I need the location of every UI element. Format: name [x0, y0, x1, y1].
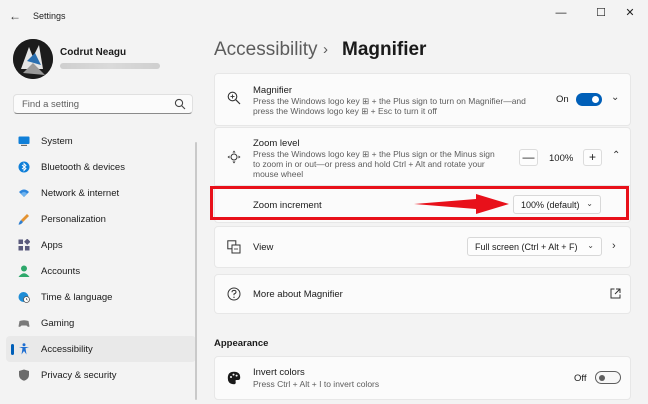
sidebar-item-personalization[interactable]: Personalization — [6, 206, 196, 232]
monitor-icon — [18, 136, 30, 146]
sidebar-item-privacy[interactable]: Privacy & security — [6, 362, 196, 388]
sidebar-item-label: Personalization — [41, 214, 106, 225]
sidebar-item-apps[interactable]: Apps — [6, 232, 196, 258]
search-box[interactable] — [13, 94, 193, 114]
profile-name: Codrut Neagu — [60, 47, 127, 58]
sidebar-item-label: Privacy & security — [41, 370, 117, 381]
sidebar-item-time-language[interactable]: Time & language — [6, 284, 196, 310]
breadcrumb-separator: › — [323, 41, 328, 58]
zoom-out-button[interactable]: — — [519, 149, 538, 166]
sidebar-scrollbar[interactable] — [195, 142, 197, 400]
apps-icon — [18, 239, 30, 251]
invert-colors-title: Invert colors — [253, 367, 305, 378]
more-about-title: More about Magnifier — [253, 289, 343, 300]
sidebar-item-label: Time & language — [41, 292, 113, 303]
sidebar-item-label: Bluetooth & devices — [41, 162, 125, 173]
back-arrow-icon[interactable]: ← — [6, 8, 24, 24]
profile-email-blurred — [60, 63, 160, 69]
sidebar-item-label: Apps — [41, 240, 63, 251]
brush-icon — [18, 214, 29, 225]
chevron-right-icon[interactable]: › — [612, 240, 616, 252]
view-card[interactable]: View Full screen (Ctrl + Alt + F) ⌄ › — [214, 226, 631, 268]
shield-icon — [19, 369, 29, 381]
magnifier-card[interactable]: Magnifier Press the Windows logo key ⊞ +… — [214, 73, 631, 126]
bluetooth-icon — [18, 161, 30, 173]
app-title: Settings — [33, 11, 66, 21]
maximize-button[interactable]: ☐ — [588, 4, 614, 22]
avatar[interactable] — [13, 39, 53, 79]
palette-icon — [227, 371, 241, 385]
wifi-icon — [19, 189, 29, 197]
breadcrumb-parent[interactable]: Accessibility — [214, 39, 317, 61]
red-arrow-icon — [414, 194, 509, 214]
sidebar-item-accounts[interactable]: Accounts — [6, 258, 196, 284]
view-title: View — [253, 242, 274, 253]
zoom-in-button[interactable]: + — [583, 149, 602, 166]
magnifier-title: Magnifier — [253, 85, 293, 96]
sidebar-item-accessibility[interactable]: Accessibility — [6, 336, 196, 362]
avatar-image — [13, 39, 53, 79]
sidebar-item-label: System — [41, 136, 73, 147]
sidebar-item-system[interactable]: System — [6, 128, 196, 154]
invert-colors-toggle-label: Off — [574, 373, 587, 384]
search-input[interactable] — [20, 98, 174, 111]
page-title: Magnifier — [342, 39, 427, 60]
zoom-level-icon — [227, 150, 241, 164]
person-icon — [18, 265, 30, 277]
zoom-level-description: Press the Windows logo key ⊞ + the Plus … — [253, 149, 495, 179]
sidebar-item-label: Accessibility — [41, 344, 93, 355]
more-about-card[interactable]: More about Magnifier — [214, 274, 631, 314]
view-icon — [227, 240, 241, 254]
magnifier-toggle[interactable] — [576, 93, 602, 106]
chevron-down-icon: ⌄ — [587, 241, 594, 250]
invert-colors-description: Press Ctrl + Alt + I to invert colors — [253, 379, 380, 389]
magnifier-icon — [227, 91, 241, 105]
magnifier-description: Press the Windows logo key ⊞ + the Plus … — [253, 96, 526, 116]
view-value: Full screen (Ctrl + Alt + F) — [475, 242, 578, 252]
sidebar-item-bluetooth[interactable]: Bluetooth & devices — [6, 154, 196, 180]
sidebar-item-label: Gaming — [41, 318, 75, 329]
sidebar-item-network[interactable]: Network & internet — [6, 180, 196, 206]
zoom-level-value: 100% — [549, 153, 574, 164]
view-dropdown[interactable]: Full screen (Ctrl + Alt + F) ⌄ — [467, 237, 602, 256]
section-heading-appearance: Appearance — [214, 338, 269, 349]
invert-colors-card[interactable]: Invert colors Press Ctrl + Alt + I to in… — [214, 356, 631, 400]
sidebar-item-label: Network & internet — [41, 188, 120, 199]
zoom-level-title: Zoom level — [253, 138, 300, 149]
external-link-icon — [610, 288, 621, 299]
active-indicator — [11, 344, 14, 355]
sidebar-item-gaming[interactable]: Gaming — [6, 310, 196, 336]
sidebar-item-label: Accounts — [41, 266, 81, 277]
close-button[interactable]: ✕ — [617, 4, 643, 22]
help-icon — [227, 287, 241, 301]
magnifier-toggle-label: On — [556, 94, 569, 105]
gamepad-icon — [18, 320, 30, 327]
globe-clock-icon — [18, 292, 30, 303]
sidebar-nav: System Bluetooth & devices Network & int… — [6, 128, 196, 388]
minimize-button[interactable]: — — [548, 4, 574, 22]
chevron-down-icon[interactable]: ⌄ — [611, 92, 619, 103]
accessibility-icon — [19, 343, 29, 355]
chevron-up-icon[interactable]: ⌃ — [612, 150, 620, 161]
search-icon — [174, 98, 186, 110]
invert-colors-toggle[interactable] — [595, 371, 621, 384]
